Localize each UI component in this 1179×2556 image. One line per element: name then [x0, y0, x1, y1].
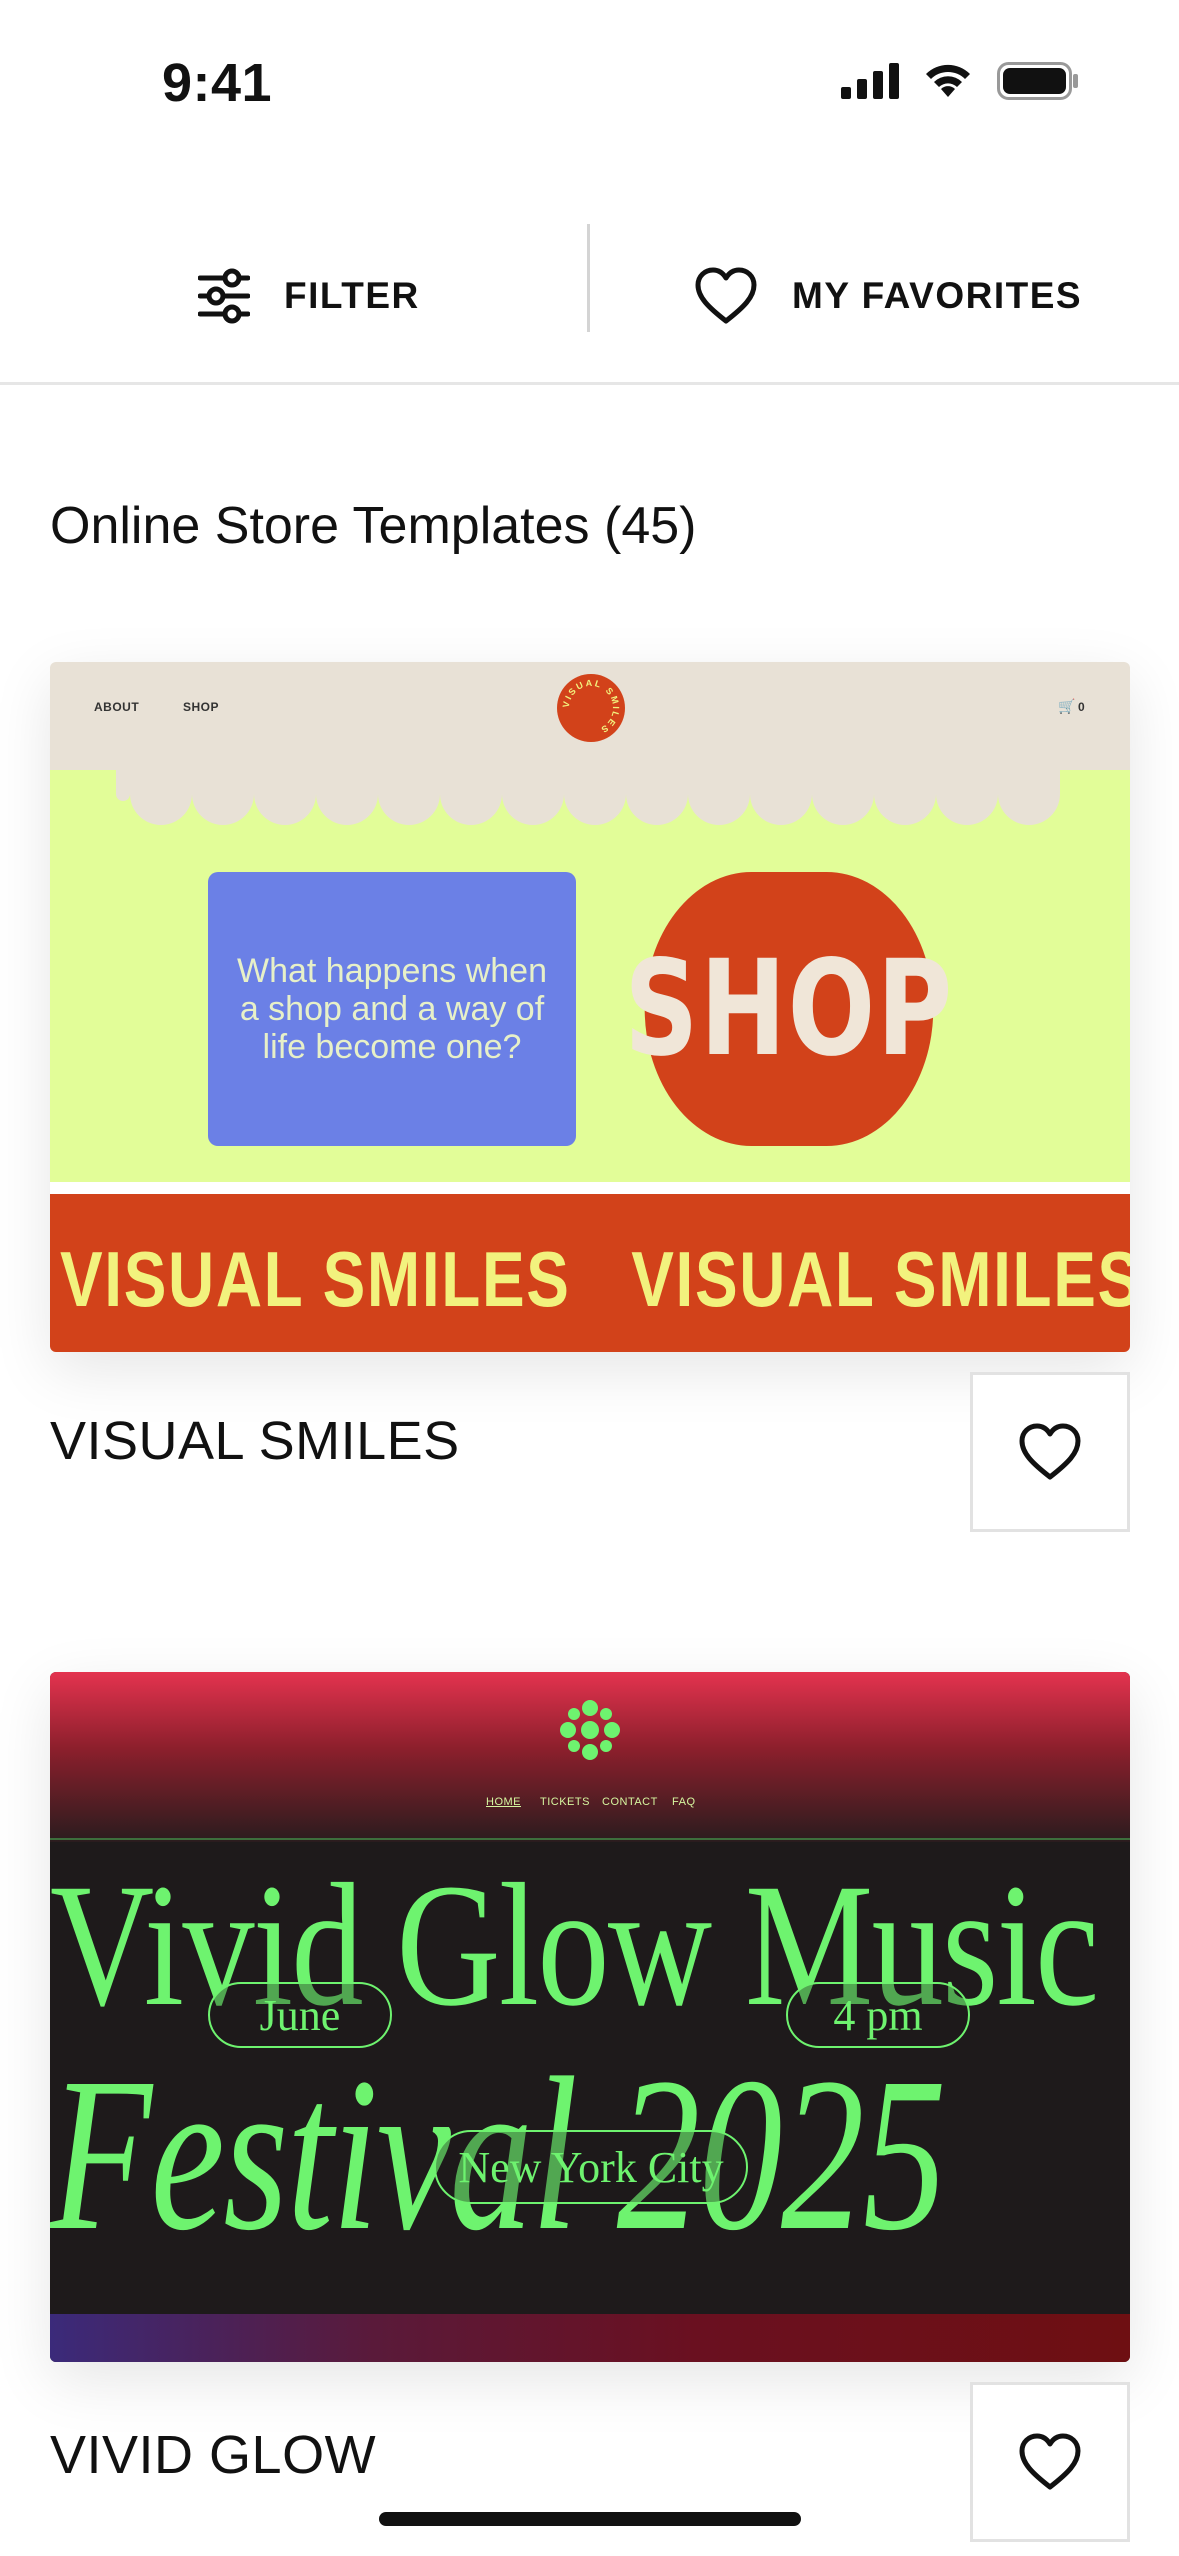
- template-card: ABOUT SHOP VISUAL SMILES 🛒 0 What happen…: [50, 662, 1130, 1538]
- favorite-button[interactable]: [970, 2382, 1130, 2542]
- template-name: VIVID GLOW: [50, 2425, 377, 2485]
- battery-icon: [997, 62, 1078, 100]
- flower-logo: [560, 1700, 620, 1760]
- favorite-button[interactable]: [970, 1372, 1130, 1532]
- location-pill: New York City: [434, 2130, 748, 2204]
- sliders-icon: [198, 268, 250, 324]
- date-pill: June: [208, 1982, 392, 2048]
- cellular-signal-icon: [841, 63, 899, 99]
- template-preview[interactable]: ABOUT SHOP VISUAL SMILES 🛒 0 What happen…: [50, 662, 1130, 1352]
- marquee-text: VISUAL SMILES: [631, 1235, 1130, 1323]
- preview-logo: VISUAL SMILES: [557, 674, 625, 742]
- status-time: 9:41: [162, 53, 273, 113]
- my-favorites-label: MY FAVORITES: [792, 275, 1083, 316]
- template-name: VISUAL SMILES: [50, 1411, 460, 1471]
- heart-icon: [1019, 2433, 1081, 2490]
- my-favorites-button[interactable]: MY FAVORITES: [694, 210, 1082, 382]
- time-pill: 4 pm: [786, 1982, 970, 2048]
- preview-blurb: What happens when a shop and a way of li…: [208, 872, 576, 1146]
- status-bar: 9:41: [0, 0, 1179, 170]
- preview-header: ABOUT SHOP VISUAL SMILES 🛒 0: [50, 662, 1130, 770]
- template-preview[interactable]: HOME TICKETS CONTACT FAQ Vivid Glow Musi…: [50, 1672, 1130, 2362]
- status-icons: [841, 62, 1079, 100]
- heart-icon: [1019, 1423, 1081, 1480]
- preview-nav-contact: CONTACT: [602, 1796, 658, 1808]
- filter-toolbar: FILTER MY FAVORITES: [0, 210, 1179, 385]
- wifi-icon: [926, 64, 970, 97]
- preview-nav-about: ABOUT: [94, 700, 140, 714]
- scalloped-awning: [116, 764, 1060, 825]
- filter-label: FILTER: [284, 275, 420, 316]
- filter-button[interactable]: FILTER: [198, 210, 420, 382]
- preview-nav-tickets: TICKETS: [540, 1796, 590, 1808]
- preview-nav-faq: FAQ: [672, 1796, 696, 1808]
- preview-nav-shop: SHOP: [183, 700, 220, 714]
- preview-image-strip: [50, 2314, 1130, 2362]
- preview-header: HOME TICKETS CONTACT FAQ: [50, 1672, 1130, 1842]
- preview-nav-home: HOME: [486, 1796, 521, 1808]
- heart-icon: [695, 267, 757, 324]
- home-indicator[interactable]: [379, 2512, 801, 2526]
- marquee-text: VISUAL SMILES: [60, 1235, 571, 1323]
- page-title: Online Store Templates (45): [50, 497, 697, 555]
- preview-shop-button: SHOP: [624, 872, 952, 1146]
- preview-marquee: VISUAL SMILESVISUAL SMILESVISUAL SMILES: [50, 1194, 1130, 1352]
- cart-icon: 🛒: [1058, 698, 1076, 714]
- toolbar-divider: [587, 224, 590, 332]
- template-card: HOME TICKETS CONTACT FAQ Vivid Glow Musi…: [50, 1672, 1130, 2548]
- preview-divider: [50, 1838, 1130, 1840]
- preview-cart-count: 0: [1078, 700, 1086, 714]
